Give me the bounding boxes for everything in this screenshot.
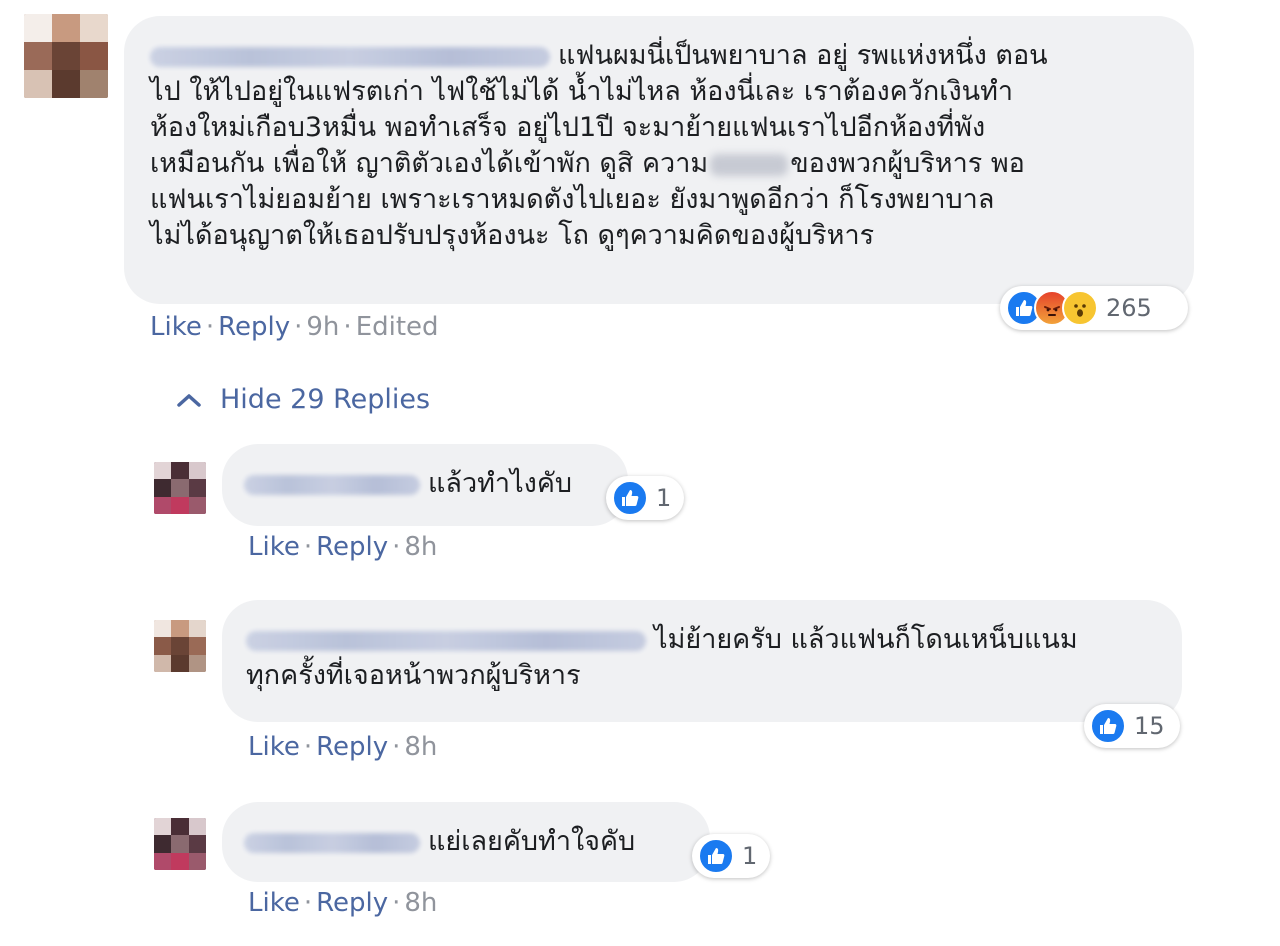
timestamp[interactable]: 9h: [306, 312, 339, 342]
commenter-name[interactable]: [244, 832, 420, 853]
timestamp[interactable]: 8h: [404, 532, 437, 562]
reaction-summary[interactable]: 1: [692, 834, 770, 878]
redacted-word: [710, 153, 789, 176]
commenter-name[interactable]: [244, 474, 420, 495]
timestamp[interactable]: 8h: [404, 888, 437, 918]
avatar[interactable]: [154, 620, 206, 672]
reply-bubble: แย่เลยคับทำใจคับ: [222, 802, 710, 882]
reaction-count: 1: [656, 484, 672, 512]
reply-actions: Like · Reply · 8h: [248, 888, 438, 918]
commenter-name[interactable]: [150, 46, 550, 67]
hide-replies-link[interactable]: Hide 29 Replies: [176, 384, 430, 415]
comment-actions: Like · Reply · 9h · Edited: [150, 312, 439, 342]
reaction-summary[interactable]: 1: [606, 476, 684, 520]
like-icon: [698, 838, 734, 874]
reply-link[interactable]: Reply: [316, 532, 388, 562]
edited-label[interactable]: Edited: [356, 312, 439, 342]
reply-text: แย่เลยคับทำใจคับ: [244, 824, 710, 860]
commenter-name[interactable]: [246, 630, 646, 651]
wow-icon: [1062, 290, 1098, 326]
reply-link[interactable]: Reply: [316, 732, 388, 762]
avatar[interactable]: [154, 462, 206, 514]
reply-text: ไม่ย้ายครับ แล้วแฟนก็โดนเหน็บแนม ทุกครั้…: [246, 624, 1078, 691]
reaction-summary[interactable]: 15: [1084, 704, 1180, 748]
chevron-up-icon: [177, 393, 201, 407]
like-link[interactable]: Like: [248, 532, 300, 562]
reply-text: แล้วทำไงคับ: [244, 466, 628, 502]
reply-actions: Like · Reply · 8h: [248, 532, 438, 562]
like-link[interactable]: Like: [248, 888, 300, 918]
reply-actions: Like · Reply · 8h: [248, 732, 438, 762]
comment-text: แฟนผมนี่เป็นพยาบาล อยู่ รพแห่งหนึ่ง ตอน …: [150, 40, 1048, 251]
reaction-count: 265: [1106, 294, 1152, 322]
reaction-summary[interactable]: 265: [1000, 286, 1188, 330]
reply-link[interactable]: Reply: [218, 312, 290, 342]
reaction-count: 15: [1134, 712, 1165, 740]
reaction-count: 1: [742, 842, 758, 870]
avatar[interactable]: [154, 818, 206, 870]
like-link[interactable]: Like: [150, 312, 202, 342]
like-icon: [612, 480, 648, 516]
avatar[interactable]: [24, 14, 108, 98]
timestamp[interactable]: 8h: [404, 732, 437, 762]
like-icon: [1090, 708, 1126, 744]
like-link[interactable]: Like: [248, 732, 300, 762]
reply-bubble: แล้วทำไงคับ: [222, 444, 628, 526]
reply-link[interactable]: Reply: [316, 888, 388, 918]
reply-bubble: ไม่ย้ายครับ แล้วแฟนก็โดนเหน็บแนม ทุกครั้…: [222, 600, 1182, 722]
comment-bubble: แฟนผมนี่เป็นพยาบาล อยู่ รพแห่งหนึ่ง ตอน …: [124, 16, 1194, 304]
hide-replies-label: Hide 29 Replies: [220, 384, 431, 415]
